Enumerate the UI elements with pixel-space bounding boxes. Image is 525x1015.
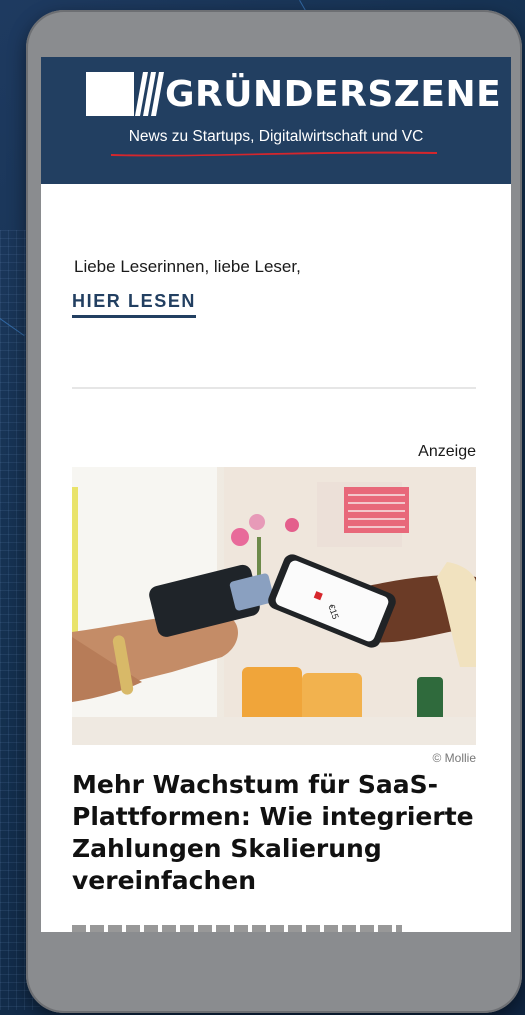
tagline-underline (111, 151, 437, 157)
phone-frame: GRÜNDERSZENE News zu Startups, Digitalwi… (26, 10, 522, 1013)
tagline: News zu Startups, Digitalwirtschaft und … (128, 128, 424, 145)
section-divider (72, 387, 476, 389)
article-headline[interactable]: Mehr Wachstum für SaaS-Plattformen: Wie … (72, 769, 492, 897)
phone-screen[interactable]: GRÜNDERSZENE News zu Startups, Digitalwi… (41, 57, 511, 932)
masthead: GRÜNDERSZENE News zu Startups, Digitalwi… (41, 57, 511, 184)
read-here-link[interactable]: HIER LESEN (72, 291, 197, 318)
logo-mark (86, 72, 134, 116)
ad-label: Anzeige (418, 443, 476, 460)
image-credit: © Mollie (432, 751, 476, 765)
logo-wordmark[interactable]: GRÜNDERSZENE (165, 71, 501, 119)
ad-image[interactable]: €15 (72, 467, 476, 745)
logo-slashes-icon (135, 72, 164, 116)
truncated-text-line (72, 925, 402, 932)
ad-photo-illustration: €15 (72, 467, 476, 745)
greeting-text: Liebe Leserinnen, liebe Leser, (74, 257, 301, 276)
